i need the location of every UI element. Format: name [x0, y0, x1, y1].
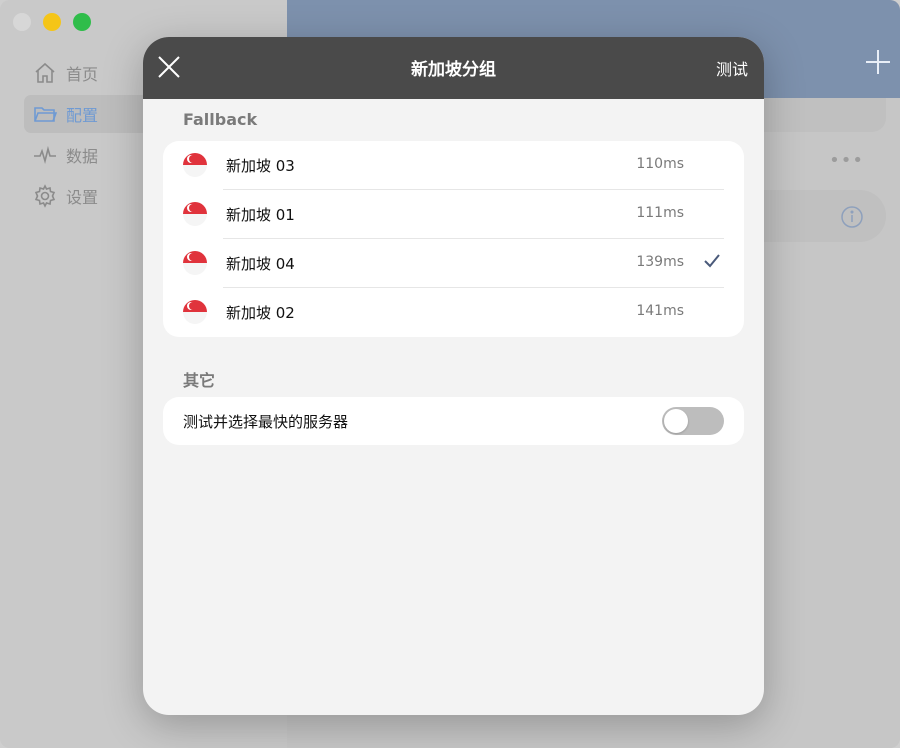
singapore-flag-icon: [183, 251, 207, 275]
server-latency: 110ms: [636, 156, 684, 172]
auto-select-card: 测试并选择最快的服务器: [163, 397, 744, 445]
sidebar-item-home[interactable]: 首页: [24, 54, 154, 92]
sidebar-item-config[interactable]: 配置: [24, 95, 154, 133]
server-row[interactable]: 新加坡 01 111ms: [163, 190, 744, 239]
toggle-knob: [664, 409, 688, 433]
search-bar[interactable]: [747, 98, 886, 132]
activity-icon: [32, 142, 58, 168]
group-modal: 新加坡分组 测试 Fallback 新加坡 03 110ms 新加坡 01 11…: [143, 37, 764, 715]
server-name: 新加坡 03: [226, 157, 295, 175]
section-title-other: 其它: [183, 371, 216, 390]
modal-title: 新加坡分组: [411, 60, 496, 80]
checkmark-icon: [704, 254, 720, 268]
more-icon[interactable]: •••: [829, 150, 864, 171]
sidebar-item-data[interactable]: 数据: [24, 136, 154, 174]
info-icon[interactable]: [840, 205, 864, 229]
sidebar-item-label: 数据: [66, 147, 99, 166]
sidebar-item-label: 首页: [66, 65, 99, 84]
sidebar-item-settings[interactable]: 设置: [24, 177, 154, 215]
modal-header: 新加坡分组 测试: [143, 37, 764, 99]
singapore-flag-icon: [183, 300, 207, 324]
server-row[interactable]: 新加坡 04 139ms: [163, 239, 744, 288]
sidebar-item-label: 设置: [66, 188, 99, 207]
singapore-flag-icon: [183, 153, 207, 177]
gear-icon: [32, 183, 58, 209]
auto-select-label: 测试并选择最快的服务器: [183, 412, 349, 431]
profile-card[interactable]: [757, 190, 886, 242]
server-name: 新加坡 01: [226, 206, 295, 224]
test-button[interactable]: 测试: [716, 56, 748, 80]
close-window-button[interactable]: [13, 13, 31, 31]
folder-icon: [32, 101, 58, 127]
server-latency: 111ms: [636, 205, 684, 221]
singapore-flag-icon: [183, 202, 207, 226]
minimize-window-button[interactable]: [43, 13, 61, 31]
server-list: 新加坡 03 110ms 新加坡 01 111ms 新加坡 04 139ms 新…: [163, 141, 744, 337]
auto-select-toggle[interactable]: [662, 407, 724, 435]
sidebar-item-label: 配置: [66, 106, 99, 125]
server-name: 新加坡 02: [226, 304, 295, 322]
maximize-window-button[interactable]: [73, 13, 91, 31]
home-icon: [32, 60, 58, 86]
server-row[interactable]: 新加坡 03 110ms: [163, 141, 744, 190]
section-title-fallback: Fallback: [183, 110, 258, 129]
server-latency: 139ms: [636, 254, 684, 270]
plus-icon[interactable]: [864, 48, 892, 76]
auto-select-row: 测试并选择最快的服务器: [163, 397, 744, 445]
server-row[interactable]: 新加坡 02 141ms: [163, 288, 744, 337]
server-latency: 141ms: [636, 303, 684, 319]
server-name: 新加坡 04: [226, 255, 295, 273]
